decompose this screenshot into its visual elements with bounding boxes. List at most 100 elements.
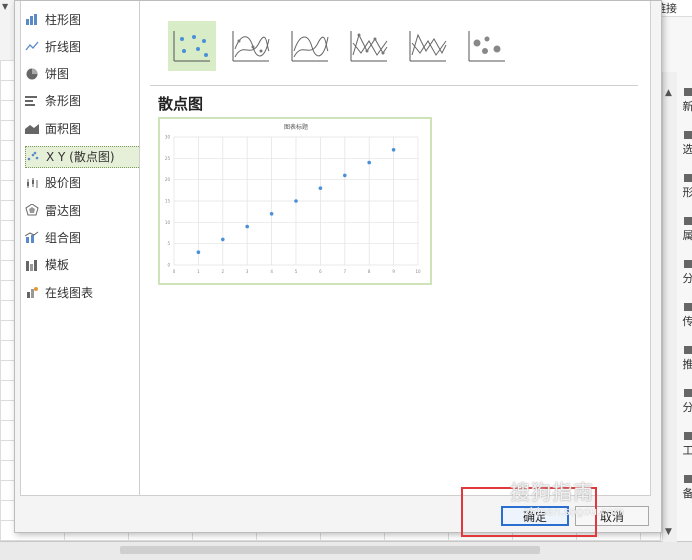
side-panel-item[interactable]: 属 (682, 217, 692, 243)
category-item[interactable]: 雷达图 (25, 200, 141, 220)
data-point (392, 148, 396, 152)
bar-chart-icon (25, 13, 39, 25)
y-tick-label: 20 (165, 177, 171, 182)
scatter-smooth-lines-markers-icon[interactable] (227, 21, 275, 71)
category-label: 模板 (45, 256, 69, 273)
panel-item-icon (684, 174, 692, 182)
panel-item-icon (684, 131, 692, 139)
x-tick-label: 4 (270, 269, 273, 274)
data-point (245, 225, 249, 229)
side-panel-item[interactable]: 传 (682, 303, 692, 329)
chart-preview[interactable]: 图表标题012345678910051015202530 (158, 117, 432, 285)
data-point (270, 212, 274, 216)
scatter-smooth-lines-icon[interactable] (286, 21, 334, 71)
y-tick-label: 30 (165, 135, 171, 140)
category-label: 柱形图 (45, 11, 81, 28)
horizontal-bar-icon (25, 95, 39, 107)
bubble-chart-icon[interactable] (463, 21, 511, 71)
x-tick-label: 6 (319, 269, 322, 274)
combo-chart-icon (25, 231, 39, 243)
category-label: X Y (散点图) (46, 148, 115, 165)
scatter-straight-lines-icon[interactable] (404, 21, 452, 71)
chart-content-pane: 散点图 图表标题012345678910051015202530 (139, 1, 651, 496)
side-panel-item[interactable]: 分 (682, 260, 692, 286)
watermark-text: 搜狗指南 (510, 476, 594, 505)
panel-item-label: 分 (683, 272, 692, 285)
y-tick-label: 25 (165, 156, 171, 161)
x-tick-label: 9 (392, 269, 395, 274)
category-label: 股价图 (45, 174, 81, 191)
line-chart-icon (25, 40, 39, 52)
category-label: 条形图 (45, 92, 81, 109)
side-panel-item[interactable]: 工 (682, 432, 692, 458)
scroll-down-icon[interactable]: ▼ (665, 527, 672, 537)
category-label: 折线图 (45, 38, 81, 55)
category-item[interactable]: 在线图表 (25, 282, 141, 302)
panel-item-label: 新 (683, 100, 692, 113)
right-panel-top: 链接 (661, 0, 692, 17)
category-label: 雷达图 (45, 202, 81, 219)
side-panel-item[interactable]: 选 (682, 131, 692, 157)
category-item[interactable]: 饼图 (25, 64, 141, 84)
chart-title: 图表标题 (284, 123, 308, 131)
panel-item-label: 选 (683, 143, 692, 156)
panel-item-icon (684, 475, 692, 483)
panel-item-label: 工 (683, 444, 692, 457)
panel-item-label: 推 (683, 358, 692, 371)
category-item[interactable]: 模板 (25, 255, 141, 275)
radar-chart-icon (25, 204, 39, 216)
panel-item-icon (684, 303, 692, 311)
watermark-url: zhinan.sogou.com (524, 505, 624, 518)
category-label: 饼图 (45, 65, 69, 82)
horizontal-scrollbar[interactable] (0, 541, 692, 560)
side-panel-item[interactable]: 新 (682, 88, 692, 114)
divider (150, 85, 638, 86)
panel-item-label: 形 (683, 186, 692, 199)
category-item[interactable]: 折线图 (25, 36, 141, 56)
online-chart-icon (25, 286, 39, 298)
scrollbar-thumb[interactable] (120, 546, 540, 554)
x-tick-label: 0 (173, 269, 176, 274)
panel-item-icon (684, 346, 692, 354)
scatter-chart: 图表标题012345678910051015202530 (160, 119, 426, 279)
x-tick-label: 2 (222, 269, 225, 274)
panel-item-label: 传 (683, 315, 692, 328)
data-point (197, 250, 201, 254)
category-item[interactable]: 面积图 (25, 118, 141, 138)
panel-item-label: 属 (683, 229, 692, 242)
x-tick-label: 3 (246, 269, 249, 274)
x-tick-label: 7 (344, 269, 347, 274)
panel-item-icon (684, 260, 692, 268)
y-tick-label: 10 (165, 220, 171, 225)
data-point (221, 238, 225, 242)
dropdown-arrow-icon[interactable]: ▼ (2, 2, 8, 11)
panel-item-icon (684, 88, 692, 96)
sheet-corner: ▼ (0, 0, 15, 60)
panel-item-label: 备 (683, 487, 692, 500)
right-panel-scrollbar[interactable]: ▲ ▼ (662, 72, 677, 542)
side-panel-item[interactable]: 备 (682, 475, 692, 501)
side-panel-item[interactable]: 形 (682, 174, 692, 200)
category-item[interactable]: X Y (散点图) (25, 146, 143, 168)
category-label: 面积图 (45, 120, 81, 137)
area-chart-icon (25, 122, 39, 134)
stock-chart-icon (25, 177, 39, 189)
side-panel-item[interactable]: 推 (682, 346, 692, 372)
y-tick-label: 15 (165, 199, 171, 204)
x-tick-label: 1 (197, 269, 200, 274)
side-panel-item[interactable]: 分 (682, 389, 692, 415)
category-item[interactable]: 柱形图 (25, 9, 141, 29)
scroll-up-icon[interactable]: ▲ (665, 88, 672, 98)
insert-chart-dialog: 柱形图折线图饼图条形图面积图 X Y (散点图) 股价图雷达图组合图模板在线图表 散… (14, 0, 662, 533)
category-item[interactable]: 组合图 (25, 227, 141, 247)
data-point (367, 161, 371, 165)
scatter-straight-lines-markers-icon[interactable] (345, 21, 393, 71)
category-label: 组合图 (45, 229, 81, 246)
category-item[interactable]: 股价图 (25, 173, 141, 193)
chart-category-list: 柱形图折线图饼图条形图面积图 X Y (散点图) 股价图雷达图组合图模板在线图表 (20, 1, 146, 496)
scatter-markers-icon[interactable] (168, 21, 216, 71)
section-title: 散点图 (158, 93, 203, 114)
category-item[interactable]: 条形图 (25, 91, 141, 111)
data-point (343, 174, 347, 178)
y-tick-label: 5 (167, 241, 170, 246)
